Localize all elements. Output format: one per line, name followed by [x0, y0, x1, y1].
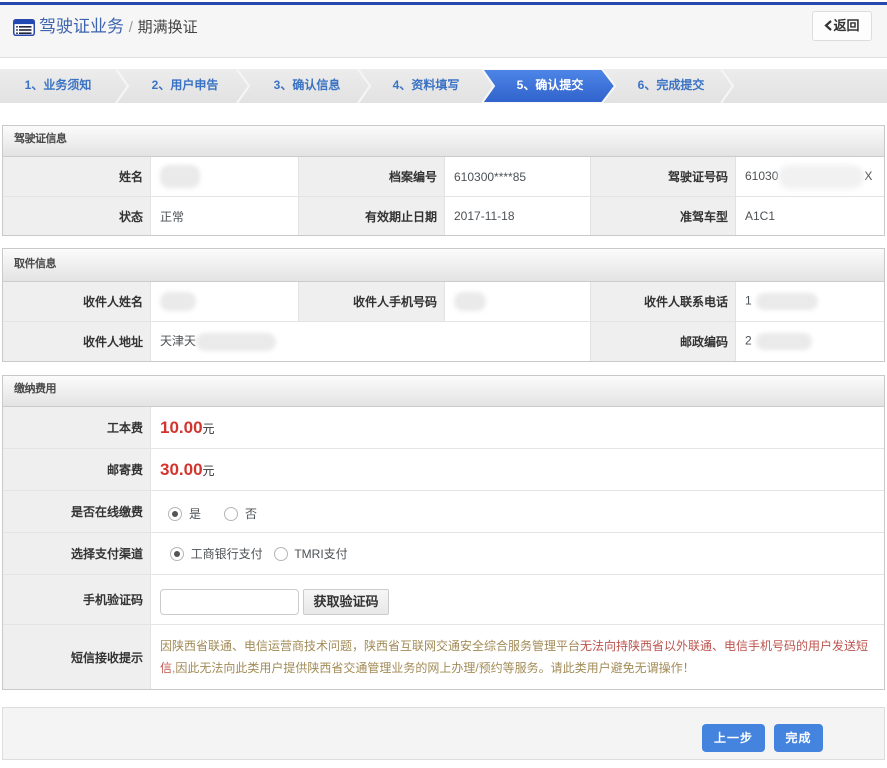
svg-text:6、完成提交: 6、完成提交 — [638, 77, 705, 92]
svg-text:1、业务须知: 1、业务须知 — [25, 77, 92, 92]
svg-text:2、用户申告: 2、用户申告 — [152, 77, 219, 92]
svg-text:4、资料填写: 4、资料填写 — [393, 77, 460, 92]
svg-text:5、确认提交: 5、确认提交 — [517, 77, 584, 92]
svg-text:3、确认信息: 3、确认信息 — [274, 77, 341, 92]
